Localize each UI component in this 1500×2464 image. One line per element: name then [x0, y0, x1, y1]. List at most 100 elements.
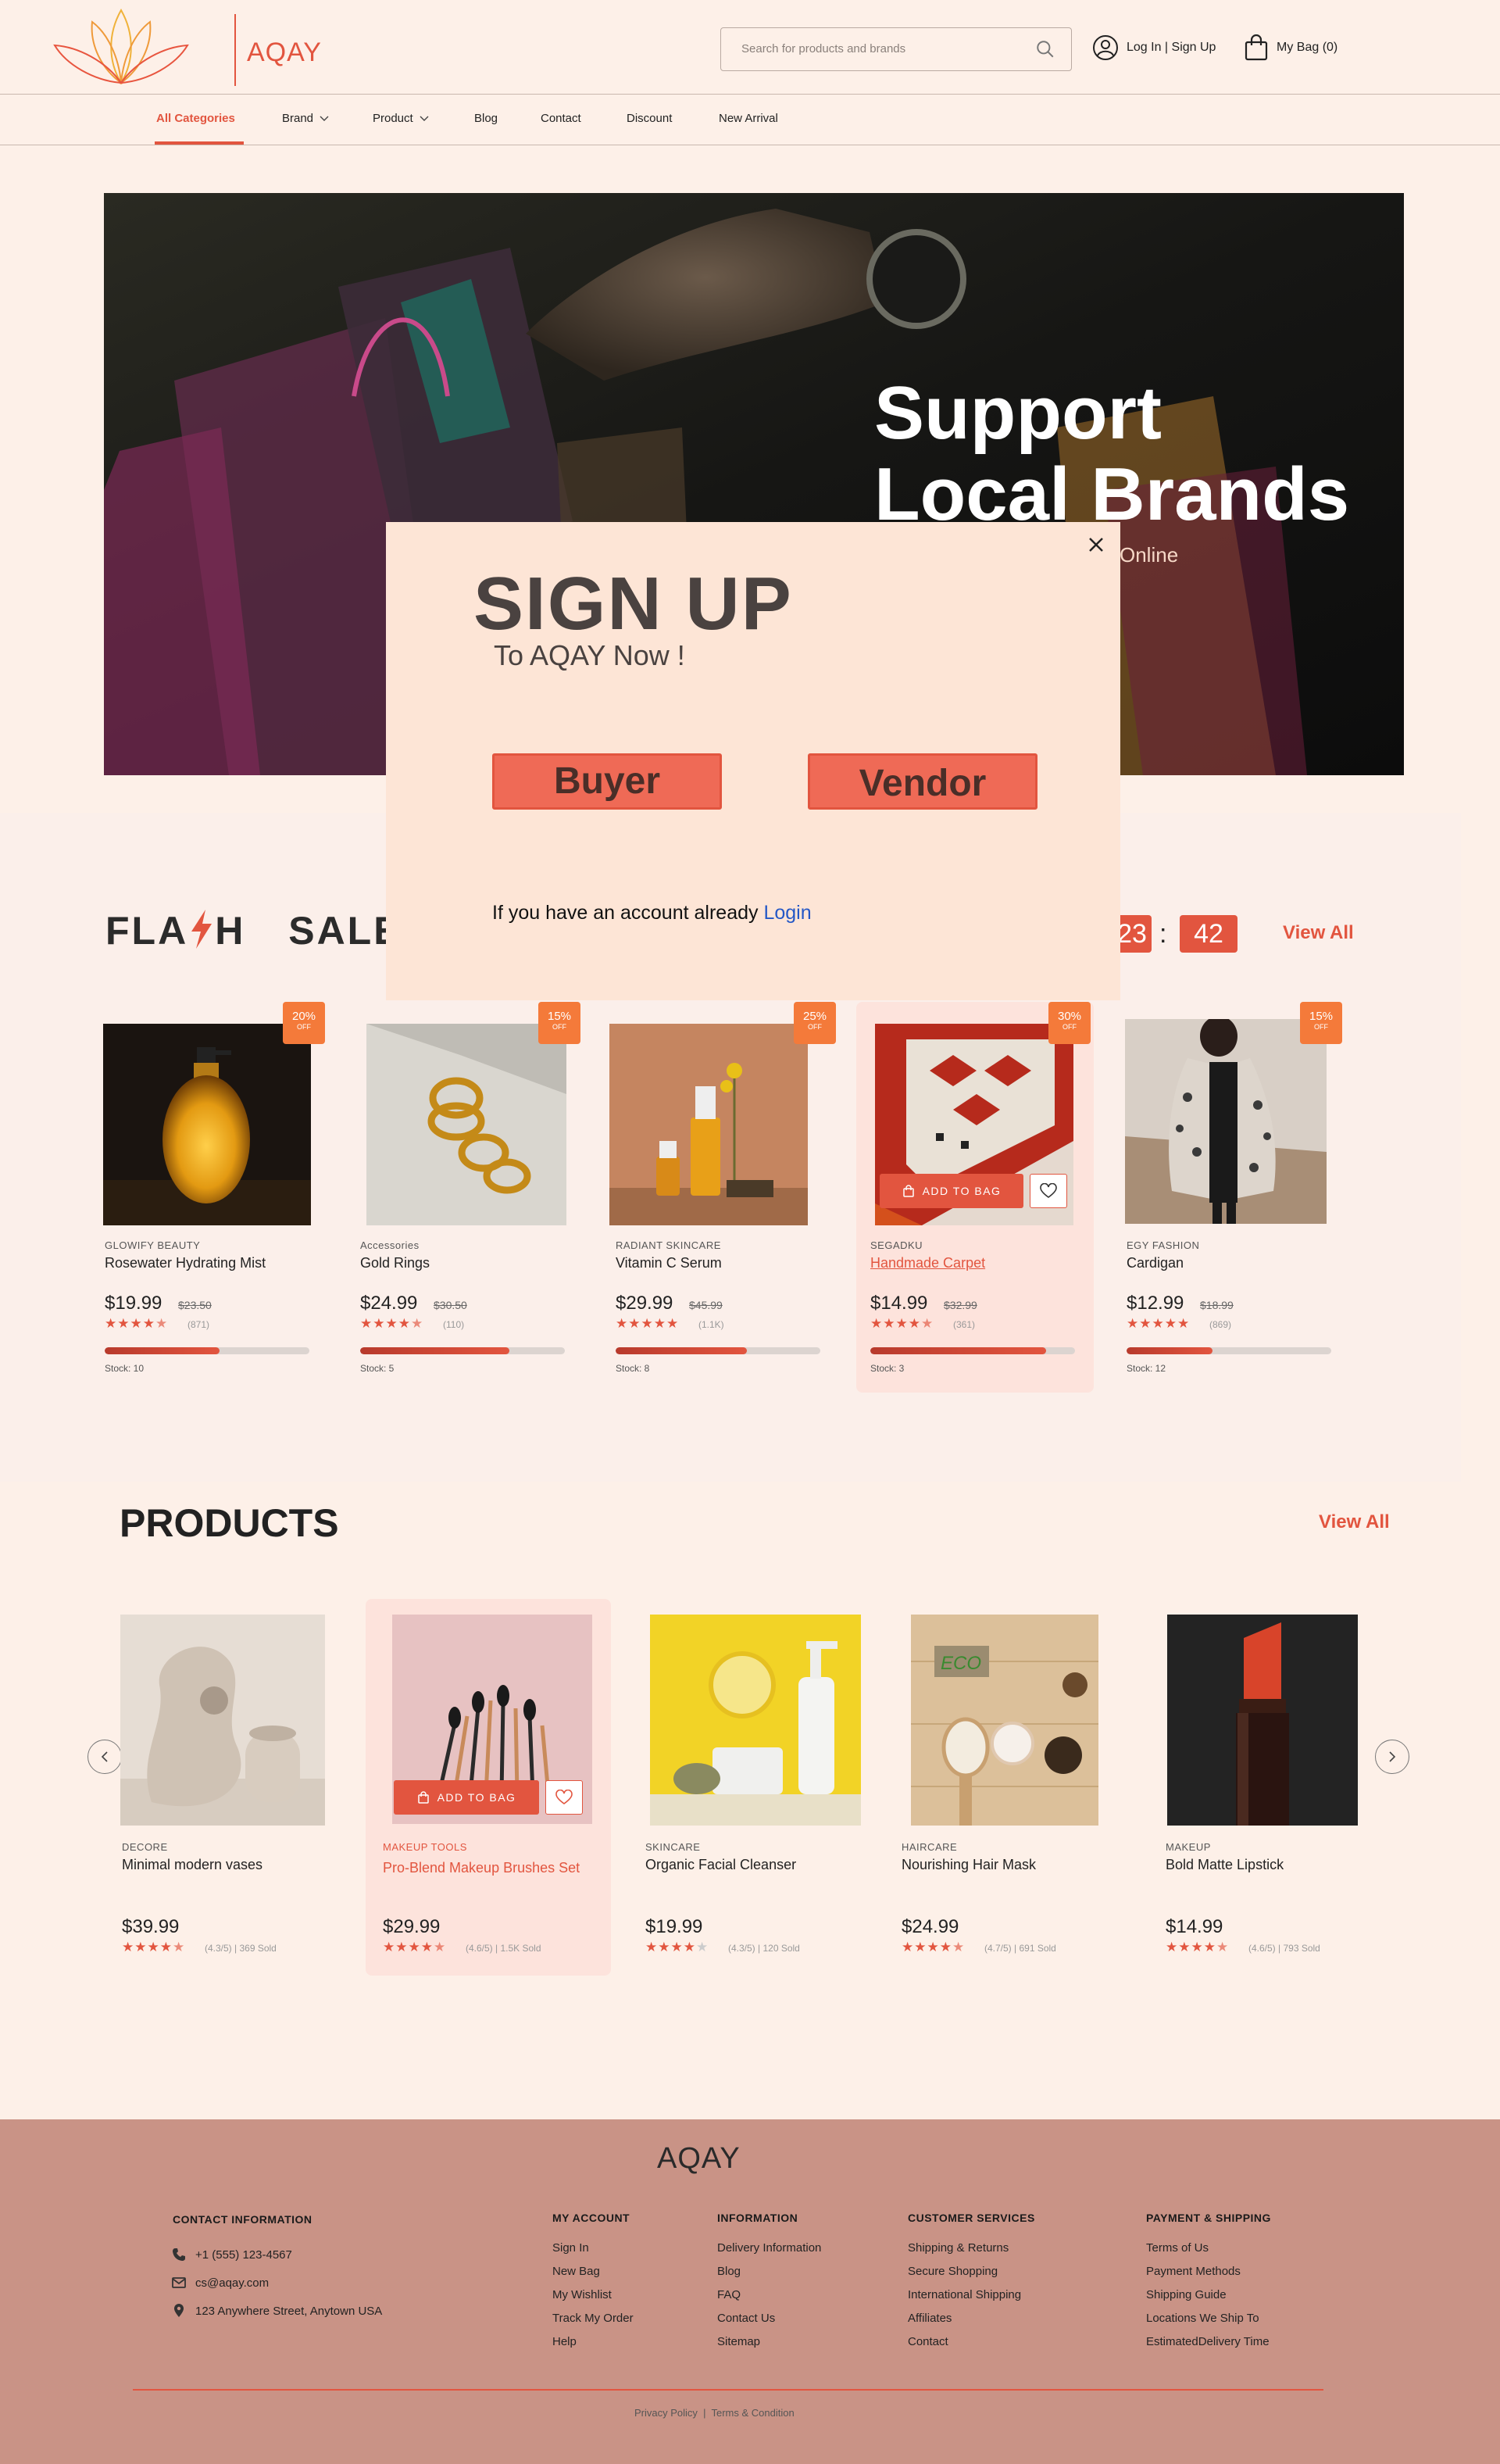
product-price: $14.99 — [870, 1293, 928, 1314]
footer-link[interactable]: Affiliates — [908, 2312, 952, 2325]
logo-text: AQAY — [247, 38, 322, 67]
flash-view-all-link[interactable]: View All — [1283, 922, 1354, 944]
footer-link[interactable]: New Bag — [552, 2265, 600, 2278]
footer-link[interactable]: EstimatedDelivery Time — [1146, 2335, 1270, 2348]
footer-link[interactable]: Payment Methods — [1146, 2265, 1241, 2278]
discount-badge: 25% OFF — [794, 1002, 836, 1044]
footer-column-title: PAYMENT & SHIPPING — [1146, 2212, 1271, 2224]
product-card[interactable]: 20% OFF GLOWIFY BEAUTY Rosewater Hydrati… — [94, 1002, 331, 1393]
add-to-bag-button[interactable]: ADD TO BAG — [880, 1174, 1023, 1208]
footer-link[interactable]: Contact Us — [717, 2312, 775, 2325]
product-card[interactable]: DECORE Minimal modern vases $39.99 ★★★★★… — [109, 1599, 347, 1974]
footer-link[interactable]: Delivery Information — [717, 2241, 821, 2255]
add-to-bag-button[interactable]: ADD TO BAG — [394, 1780, 539, 1815]
nav-active-underline — [155, 141, 244, 145]
search-icon[interactable] — [1035, 39, 1055, 59]
footer-link[interactable]: International Shipping — [908, 2288, 1021, 2301]
search-box — [720, 27, 1072, 71]
rating-stars: ★★★★★ — [122, 1940, 186, 1954]
product-name[interactable]: Organic Facial Cleanser — [645, 1857, 796, 1873]
discount-percent: 15% — [1309, 1010, 1334, 1023]
nav-contact[interactable]: Contact — [541, 112, 581, 125]
brand-logo[interactable]: AQAY — [47, 6, 321, 86]
product-card-hovered[interactable]: ADD TO BAG 30% OFF SEGADKU Handmade Carp… — [856, 1002, 1094, 1393]
product-category: HAIRCARE — [902, 1841, 958, 1853]
stock-progress-bar — [616, 1347, 820, 1354]
product-name[interactable]: Cardigan — [1127, 1255, 1184, 1271]
discount-percent: 20% — [291, 1010, 316, 1023]
product-name[interactable]: Nourishing Hair Mask — [902, 1857, 1036, 1873]
wishlist-button[interactable] — [1030, 1174, 1067, 1208]
footer-link[interactable]: Contact — [908, 2335, 948, 2348]
facial-cleanser-image — [650, 1615, 861, 1826]
product-name[interactable]: Rosewater Hydrating Mist — [105, 1255, 266, 1271]
nav-blog[interactable]: Blog — [474, 112, 498, 125]
footer-link[interactable]: Shipping Guide — [1146, 2288, 1227, 2301]
footer-link[interactable]: Sign In — [552, 2241, 589, 2255]
footer-link[interactable]: Secure Shopping — [908, 2265, 998, 2278]
wishlist-button[interactable] — [545, 1780, 583, 1815]
discount-badge: 15% OFF — [538, 1002, 580, 1044]
product-name[interactable]: Minimal modern vases — [122, 1857, 262, 1873]
nav-label: Brand — [282, 112, 314, 125]
footer-link[interactable]: Help — [552, 2335, 577, 2348]
footer-phone[interactable]: +1 (555) 123-4567 — [172, 2248, 292, 2262]
products-view-all-link[interactable]: View All — [1319, 1511, 1390, 1533]
nav-brand[interactable]: Brand — [282, 112, 329, 125]
footer-link[interactable]: Shipping & Returns — [908, 2241, 1009, 2255]
discount-off-label: OFF — [1314, 1023, 1328, 1031]
login-link[interactable]: Login — [763, 902, 811, 924]
footer-legal-links[interactable]: Privacy Policy | Terms & Condition — [634, 2407, 795, 2419]
stock-label: Stock: 12 — [1127, 1363, 1166, 1374]
modal-close-button[interactable] — [1088, 533, 1105, 560]
product-card[interactable]: 25% OFF RADIANT SKINCARE Vitamin C Serum… — [605, 1002, 842, 1393]
product-image-mist — [103, 1024, 311, 1225]
product-image-hair-mask: ECO — [911, 1615, 1098, 1826]
footer-link[interactable]: Blog — [717, 2265, 741, 2278]
footer-link[interactable]: My Wishlist — [552, 2288, 612, 2301]
nav-all-categories[interactable]: All Categories — [156, 112, 235, 125]
product-old-price: $30.50 — [434, 1299, 467, 1311]
vases-image — [120, 1615, 325, 1826]
product-name[interactable]: Handmade Carpet — [870, 1255, 985, 1271]
nav-label: Discount — [627, 112, 673, 125]
footer-email[interactable]: cs@aqay.com — [172, 2276, 269, 2290]
nav-label: Blog — [474, 112, 498, 125]
footer-link[interactable]: Terms of Us — [1146, 2241, 1209, 2255]
rating-stars: ★★★★★ — [645, 1940, 709, 1954]
nav-product[interactable]: Product — [373, 112, 429, 125]
product-card[interactable]: MAKEUP Bold Matte Lipstick $14.99 ★★★★★ … — [1153, 1599, 1391, 1974]
discount-badge: 15% OFF — [1300, 1002, 1342, 1044]
footer-email-text: cs@aqay.com — [195, 2276, 270, 2290]
chevron-down-icon — [320, 116, 329, 121]
product-card[interactable]: 15% OFF EGY FASHION Cardigan $12.99 $18.… — [1116, 1002, 1353, 1393]
footer-link[interactable]: FAQ — [717, 2288, 741, 2301]
footer-link[interactable]: Locations We Ship To — [1146, 2312, 1259, 2325]
buyer-button[interactable]: Buyer — [492, 753, 722, 810]
product-name[interactable]: Bold Matte Lipstick — [1166, 1857, 1284, 1873]
product-name[interactable]: Pro-Blend Makeup Brushes Set — [383, 1857, 586, 1879]
nav-discount[interactable]: Discount — [627, 112, 672, 125]
nav-new-arrival[interactable]: New Arrival — [719, 112, 778, 125]
product-name[interactable]: Vitamin C Serum — [616, 1255, 722, 1271]
countdown-seconds: 42 — [1180, 915, 1238, 953]
login-signup-link[interactable]: Log In | Sign Up — [1092, 34, 1216, 61]
product-old-price: $18.99 — [1200, 1299, 1234, 1311]
modal-login-prompt: If you have an account already Login — [492, 902, 812, 924]
flash-title-part3: SALE — [288, 909, 402, 953]
product-price: $29.99 — [383, 1916, 441, 1937]
footer-logo[interactable]: AQAY — [657, 2142, 741, 2176]
product-card[interactable]: ECO HAIRCARE Nourishing Hair Mask $24.99… — [894, 1599, 1131, 1974]
product-card[interactable]: SKINCARE Organic Facial Cleanser $19.99 … — [633, 1599, 870, 1974]
product-card[interactable]: 15% OFF Accessories Gold Rings $24.99 $3… — [349, 1002, 587, 1393]
product-card-hovered[interactable]: ADD TO BAG MAKEUP TOOLS Pro-Blend Makeup… — [366, 1599, 611, 1976]
footer-link[interactable]: Sitemap — [717, 2335, 760, 2348]
location-pin-icon — [174, 2304, 184, 2317]
footer-link[interactable]: Track My Order — [552, 2312, 634, 2325]
product-name[interactable]: Gold Rings — [360, 1255, 430, 1271]
search-input[interactable] — [721, 28, 1018, 70]
rating-count: (361) — [953, 1319, 976, 1330]
my-bag-link[interactable]: My Bag (0) — [1244, 34, 1338, 61]
hair-mask-image: ECO — [911, 1615, 1098, 1826]
vendor-button[interactable]: Vendor — [808, 753, 1038, 810]
